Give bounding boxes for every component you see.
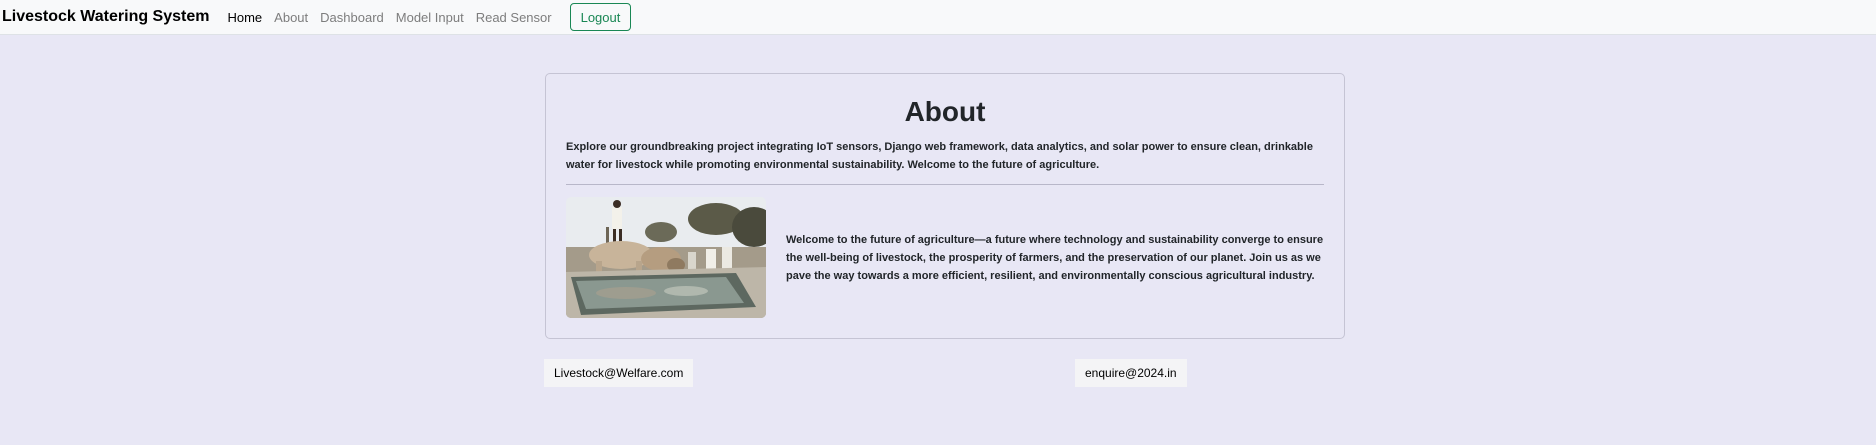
about-intro: Explore our groundbreaking project integ… [566,141,1313,171]
contact-email-right[interactable]: enquire@2024.in [1075,359,1187,387]
nav-link-dashboard[interactable]: Dashboard [320,10,384,25]
divider [566,184,1324,185]
nav-link-home[interactable]: Home [227,10,262,25]
nav-link-model-input[interactable]: Model Input [396,10,464,25]
logout-button[interactable]: Logout [569,3,632,31]
about-media: Welcome to the future of agriculture—a f… [566,197,1324,318]
navbar: Livestock Watering System Home About Das… [0,0,1876,35]
about-body-text: Welcome to the future of agriculture—a f… [786,233,1324,282]
nav-link-about[interactable]: About [274,10,308,25]
about-title: About [904,96,986,127]
brand-title[interactable]: Livestock Watering System [2,8,209,26]
about-card: About Explore our groundbreaking project… [545,73,1345,339]
contact-email-left[interactable]: Livestock@Welfare.com [544,359,694,387]
livestock-photo [566,197,766,318]
nav-link-read-sensor[interactable]: Read Sensor [476,10,552,25]
